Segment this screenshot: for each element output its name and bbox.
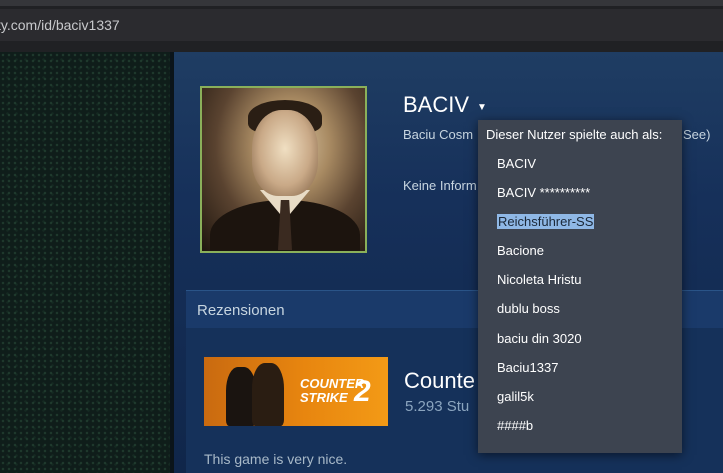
alias-popup-title: Dieser Nutzer spielte auch als: xyxy=(486,127,663,142)
alias-list: BACIV BACIV ********** Reichsführer-SS B… xyxy=(478,149,682,440)
capsule-logo-number: 2 xyxy=(354,375,371,408)
avatar-face xyxy=(252,110,318,196)
alias-item[interactable]: BACIV xyxy=(478,149,682,178)
game-capsule-image[interactable]: COUNTER STRIKE 2 xyxy=(204,357,388,426)
alias-item[interactable]: dublu boss xyxy=(478,294,682,323)
profile-avatar[interactable] xyxy=(200,86,367,253)
review-text: This game is very nice. xyxy=(204,451,348,467)
alias-item-label[interactable]: BACIV xyxy=(497,156,536,171)
profile-info-text: Keine Inform xyxy=(403,178,477,193)
alias-item[interactable]: Bacione xyxy=(478,236,682,265)
review-game-hours: 5.293 Stu xyxy=(405,398,470,415)
alias-item-label[interactable]: dublu boss xyxy=(497,301,560,316)
alias-item-selected[interactable]: Reichsführer-SS xyxy=(478,207,682,236)
real-name: Baciu Cosm xyxy=(403,127,474,142)
chevron-down-icon[interactable]: ▼ xyxy=(477,102,487,113)
review-game-title[interactable]: Counte xyxy=(404,368,475,394)
alias-item-label[interactable]: Nicoleta Hristu xyxy=(497,272,582,287)
capsule-figure-right xyxy=(252,363,284,426)
address-bar-url[interactable]: ty.com/id/baciv1337 xyxy=(0,17,120,33)
alias-item[interactable]: galil5k xyxy=(478,382,682,411)
alias-item-label[interactable]: Bacione xyxy=(497,243,544,258)
alias-item-label[interactable]: baciu din 3020 xyxy=(497,331,582,346)
address-bar[interactable]: ty.com/id/baciv1337 xyxy=(0,9,723,41)
alias-item[interactable]: baciu din 3020 xyxy=(478,324,682,353)
alias-item-label-highlighted[interactable]: Reichsführer-SS xyxy=(497,214,595,230)
reviews-title[interactable]: Rezensionen xyxy=(197,302,285,319)
alias-history-popup: Dieser Nutzer spielte auch als: BACIV BA… xyxy=(478,120,682,453)
alias-item[interactable]: Baciu1337 xyxy=(478,353,682,382)
alias-item-label[interactable]: Baciu1337 xyxy=(497,360,558,375)
real-name-tail: See) xyxy=(683,127,711,142)
tab-strip xyxy=(0,0,723,6)
alias-item[interactable]: BACIV ********** xyxy=(478,178,682,207)
alias-item-label[interactable]: BACIV ********** xyxy=(497,185,590,200)
alias-item-label[interactable]: ####b xyxy=(497,418,533,433)
alias-item[interactable]: ####b xyxy=(478,411,682,440)
alias-item-label[interactable]: galil5k xyxy=(497,389,534,404)
browser-chrome: ty.com/id/baciv1337 xyxy=(0,0,723,53)
persona-name[interactable]: BACIV xyxy=(403,92,469,118)
alias-item[interactable]: Nicoleta Hristu xyxy=(478,265,682,294)
profile-background-left xyxy=(0,52,174,473)
